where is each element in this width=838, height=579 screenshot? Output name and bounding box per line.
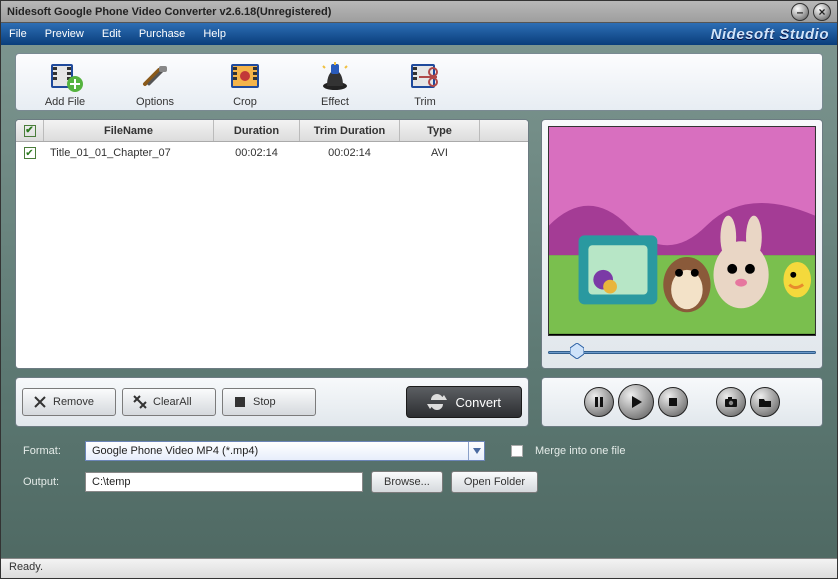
merge-label: Merge into one file bbox=[535, 445, 626, 457]
format-combo[interactable]: Google Phone Video MP4 (*.mp4) bbox=[85, 441, 485, 461]
remove-button[interactable]: Remove bbox=[22, 388, 116, 416]
toolbar: Add File Options Crop Effect Trim bbox=[15, 53, 823, 111]
status-bar: Ready. bbox=[1, 558, 837, 578]
output-label: Output: bbox=[23, 476, 77, 488]
title-bar: Nidesoft Google Phone Video Converter v2… bbox=[1, 1, 837, 23]
addfile-label: Add File bbox=[45, 96, 85, 108]
crop-button[interactable]: Crop bbox=[200, 60, 290, 108]
grid-header: ✔ FileName Duration Trim Duration Type bbox=[16, 120, 528, 142]
format-value: Google Phone Video MP4 (*.mp4) bbox=[92, 445, 258, 457]
brand-label: Nidesoft Studio bbox=[711, 26, 829, 43]
status-text: Ready. bbox=[9, 561, 43, 573]
settings-area: Format: Google Phone Video MP4 (*.mp4) M… bbox=[23, 441, 815, 503]
row-checkbox[interactable]: ✔ bbox=[24, 147, 36, 159]
menu-purchase[interactable]: Purchase bbox=[139, 28, 185, 40]
remove-label: Remove bbox=[53, 396, 94, 408]
trim-button[interactable]: Trim bbox=[380, 60, 470, 108]
menu-file[interactable]: File bbox=[9, 28, 27, 40]
cell-filename: Title_01_01_Chapter_07 bbox=[44, 147, 214, 159]
slider-thumb[interactable] bbox=[570, 343, 584, 359]
preview-frame bbox=[549, 127, 815, 334]
header-checkbox-cell[interactable]: ✔ bbox=[16, 120, 44, 141]
file-list-panel: ✔ FileName Duration Trim Duration Type ✔… bbox=[15, 119, 529, 369]
preview-panel bbox=[541, 119, 823, 369]
format-label: Format: bbox=[23, 445, 77, 457]
grid-body: ✔ Title_01_01_Chapter_07 00:02:14 00:02:… bbox=[16, 142, 528, 368]
effect-button[interactable]: Effect bbox=[290, 60, 380, 108]
options-icon bbox=[137, 60, 173, 92]
chevron-down-icon bbox=[468, 442, 484, 460]
close-button[interactable]: × bbox=[813, 3, 831, 21]
header-filename[interactable]: FileName bbox=[44, 120, 214, 141]
clearall-button[interactable]: ClearAll bbox=[122, 388, 216, 416]
cell-type: AVI bbox=[400, 147, 480, 159]
stop-label: Stop bbox=[253, 396, 276, 408]
menu-help[interactable]: Help bbox=[203, 28, 226, 40]
snapshot-button[interactable] bbox=[716, 387, 746, 417]
checkbox-icon: ✔ bbox=[24, 125, 36, 137]
header-trimduration[interactable]: Trim Duration bbox=[300, 120, 400, 141]
menu-preview[interactable]: Preview bbox=[45, 28, 84, 40]
pause-button[interactable] bbox=[584, 387, 614, 417]
convert-label: Convert bbox=[455, 395, 501, 410]
header-type[interactable]: Type bbox=[400, 120, 480, 141]
action-panel: Remove ClearAll Stop Convert bbox=[15, 377, 529, 427]
clearall-icon bbox=[133, 395, 147, 409]
crop-icon bbox=[227, 60, 263, 92]
merge-checkbox[interactable] bbox=[511, 445, 523, 457]
cell-trimduration: 00:02:14 bbox=[300, 147, 400, 159]
cell-duration: 00:02:14 bbox=[214, 147, 300, 159]
convert-button[interactable]: Convert bbox=[406, 386, 522, 418]
playback-slider[interactable] bbox=[548, 342, 816, 362]
convert-icon bbox=[427, 392, 447, 412]
trim-label: Trim bbox=[414, 96, 436, 108]
window-title: Nidesoft Google Phone Video Converter v2… bbox=[7, 6, 787, 18]
stop-icon bbox=[233, 395, 247, 409]
effect-label: Effect bbox=[321, 96, 349, 108]
stop-button[interactable]: Stop bbox=[222, 388, 316, 416]
slider-track bbox=[548, 351, 816, 354]
header-duration[interactable]: Duration bbox=[214, 120, 300, 141]
remove-icon bbox=[33, 395, 47, 409]
addfile-icon bbox=[47, 60, 83, 92]
effect-icon bbox=[317, 60, 353, 92]
client-area: Add File Options Crop Effect Trim bbox=[1, 45, 837, 578]
addfile-button[interactable]: Add File bbox=[20, 60, 110, 108]
crop-label: Crop bbox=[233, 96, 257, 108]
clearall-label: ClearAll bbox=[153, 396, 192, 408]
menu-bar: File Preview Edit Purchase Help Nidesoft… bbox=[1, 23, 837, 45]
table-row[interactable]: ✔ Title_01_01_Chapter_07 00:02:14 00:02:… bbox=[16, 142, 528, 164]
browse-button[interactable]: Browse... bbox=[371, 471, 443, 493]
stop-playback-button[interactable] bbox=[658, 387, 688, 417]
play-button[interactable] bbox=[618, 384, 654, 420]
menu-edit[interactable]: Edit bbox=[102, 28, 121, 40]
options-label: Options bbox=[136, 96, 174, 108]
app-window: Nidesoft Google Phone Video Converter v2… bbox=[0, 0, 838, 579]
player-controls-panel bbox=[541, 377, 823, 427]
output-field[interactable] bbox=[85, 472, 363, 492]
options-button[interactable]: Options bbox=[110, 60, 200, 108]
video-preview[interactable] bbox=[548, 126, 816, 336]
openfolder-button[interactable]: Open Folder bbox=[451, 471, 538, 493]
minimize-button[interactable]: – bbox=[791, 3, 809, 21]
trim-icon bbox=[407, 60, 443, 92]
open-snapshot-folder-button[interactable] bbox=[750, 387, 780, 417]
